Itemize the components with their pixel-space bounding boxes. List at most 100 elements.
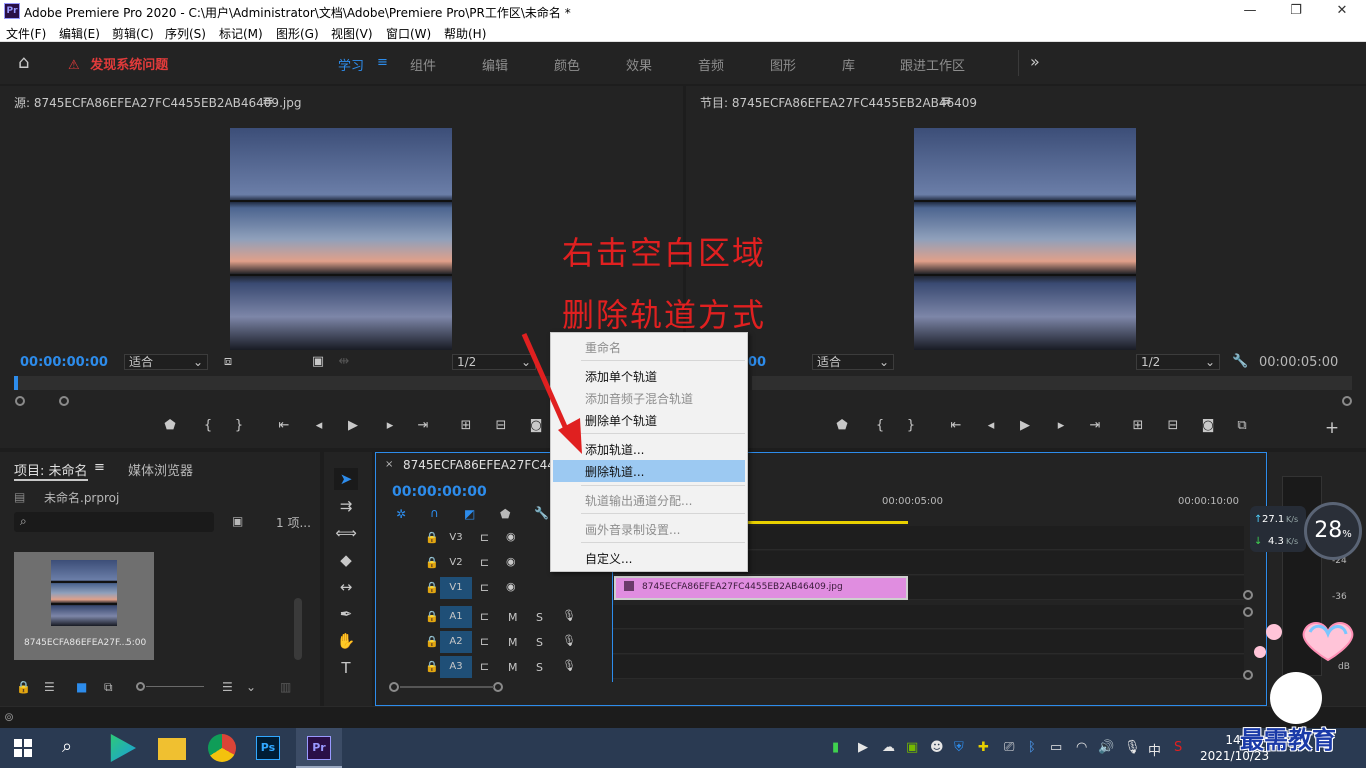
play-icon[interactable]: ▶ bbox=[345, 418, 361, 433]
razor-tool-icon[interactable]: ◆ bbox=[334, 549, 358, 571]
ime-indicator[interactable]: 中 bbox=[1148, 740, 1161, 759]
tab-follow-workspace[interactable]: 跟进工作区 bbox=[900, 55, 965, 74]
chrome-icon[interactable] bbox=[208, 734, 236, 762]
comparison-view-icon[interactable]: ⧉ bbox=[1234, 418, 1250, 433]
menu-item-add-submix-track[interactable]: 添加音频子混合轨道 bbox=[585, 390, 693, 407]
menu-view[interactable]: 视图(V) bbox=[331, 25, 373, 42]
go-to-out-icon[interactable]: ⇥ bbox=[1087, 418, 1103, 433]
usb-icon[interactable]: ⎚ bbox=[1004, 740, 1014, 755]
lock-icon[interactable]: 🔒 bbox=[425, 556, 439, 569]
program-fit-dropdown[interactable]: 适合 ⌄ bbox=[812, 354, 894, 370]
drag-video-icon[interactable]: ⇹ bbox=[336, 354, 352, 369]
mute-button[interactable]: M bbox=[508, 636, 518, 649]
microphone-icon[interactable]: 🎙 bbox=[562, 609, 576, 622]
wrench-icon[interactable]: 🔧 bbox=[1232, 354, 1248, 369]
search-icon[interactable]: ⌕ bbox=[62, 736, 72, 757]
tab-media-browser[interactable]: 媒体浏览器 bbox=[128, 460, 193, 479]
zoom-handle-right[interactable] bbox=[1342, 396, 1352, 406]
menu-item-delete-track[interactable]: 删除单个轨道 bbox=[585, 412, 657, 429]
solo-button[interactable]: S bbox=[536, 636, 543, 649]
mark-in-icon[interactable]: { bbox=[872, 418, 888, 433]
sync-icon[interactable]: ⊏ bbox=[480, 531, 489, 544]
go-to-out-icon[interactable]: ⇥ bbox=[415, 418, 431, 433]
tray-icon[interactable]: ☁ bbox=[882, 740, 895, 755]
step-back-icon[interactable]: ◂ bbox=[311, 418, 327, 433]
close-button[interactable]: ✕ bbox=[1332, 2, 1352, 20]
add-marker-icon[interactable]: ⬟ bbox=[500, 507, 510, 521]
go-to-in-icon[interactable]: ⇤ bbox=[276, 418, 292, 433]
pen-tool-icon[interactable]: ✒ bbox=[334, 603, 358, 625]
camera-icon[interactable]: ◙ bbox=[1200, 418, 1216, 433]
add-button-icon[interactable]: + bbox=[1324, 418, 1340, 438]
track-label[interactable]: V3 bbox=[440, 527, 472, 549]
sync-icon[interactable]: ⊏ bbox=[480, 660, 489, 673]
overwrite-icon[interactable]: ⊟ bbox=[493, 418, 509, 433]
source-timecode[interactable]: 00:00:00:00 bbox=[20, 355, 108, 370]
menu-window[interactable]: 窗口(W) bbox=[386, 25, 431, 42]
timeline-scrollbar[interactable] bbox=[400, 686, 494, 688]
project-menu-icon[interactable]: ≡ bbox=[94, 460, 105, 475]
settings-icon[interactable]: ⧈ bbox=[220, 354, 236, 369]
menu-edit[interactable]: 编辑(E) bbox=[59, 25, 100, 42]
sync-icon[interactable]: ⊏ bbox=[480, 581, 489, 594]
track-label[interactable]: A1 bbox=[440, 606, 472, 628]
tab-learning[interactable]: 学习 bbox=[338, 55, 364, 74]
sort-icon[interactable]: ☰ bbox=[222, 680, 233, 694]
microphone-icon[interactable]: 🎙 bbox=[562, 634, 576, 647]
sync-icon[interactable]: ⊏ bbox=[480, 556, 489, 569]
step-forward-icon[interactable]: ▸ bbox=[382, 418, 398, 433]
track-select-tool-icon[interactable]: ⇉ bbox=[334, 495, 358, 517]
menu-item-output-assignment[interactable]: 轨道输出通道分配... bbox=[585, 492, 692, 509]
tab-effects[interactable]: 效果 bbox=[626, 55, 652, 74]
close-sequence-icon[interactable]: × bbox=[385, 459, 393, 470]
maximize-button[interactable]: ❐ bbox=[1286, 2, 1306, 20]
project-search-input[interactable]: ⌕ bbox=[14, 512, 214, 532]
insert-icon[interactable]: ⊞ bbox=[458, 418, 474, 433]
linked-selection-icon[interactable]: ◩ bbox=[464, 507, 475, 521]
eye-icon[interactable]: ◉ bbox=[506, 580, 516, 593]
wifi-icon[interactable]: ◠ bbox=[1076, 740, 1087, 755]
step-forward-icon[interactable]: ▸ bbox=[1053, 418, 1069, 433]
solo-button[interactable]: S bbox=[536, 611, 543, 624]
menu-item-rename[interactable]: 重命名 bbox=[585, 339, 621, 356]
solo-button[interactable]: S bbox=[536, 661, 543, 674]
nvidia-icon[interactable]: ▣ bbox=[906, 740, 918, 755]
program-scrubber[interactable] bbox=[752, 376, 1352, 390]
icon-view-icon[interactable]: ■ bbox=[76, 680, 87, 694]
step-back-icon[interactable]: ◂ bbox=[983, 418, 999, 433]
export-frame-icon[interactable]: ▣ bbox=[310, 354, 326, 369]
timeline-timecode[interactable]: 00:00:00:00 bbox=[392, 484, 487, 500]
new-bin-icon[interactable]: ▣ bbox=[232, 514, 243, 528]
qq-icon[interactable]: ☻ bbox=[930, 740, 944, 755]
minimize-button[interactable]: — bbox=[1240, 2, 1260, 20]
mark-out-icon[interactable]: } bbox=[903, 418, 919, 433]
tab-audio[interactable]: 音频 bbox=[698, 55, 724, 74]
work-area-bar[interactable] bbox=[748, 521, 908, 524]
menu-help[interactable]: 帮助(H) bbox=[444, 25, 486, 42]
lock-icon[interactable]: 🔒 bbox=[425, 635, 439, 648]
hand-tool-icon[interactable]: ✋ bbox=[334, 630, 358, 652]
track-label[interactable]: V1 bbox=[440, 577, 472, 599]
zoom-slider[interactable] bbox=[136, 682, 204, 692]
tray-icon[interactable]: ✚ bbox=[978, 740, 989, 755]
timeline-settings-icon[interactable]: 🔧 bbox=[534, 506, 549, 520]
premiere-taskbar-item[interactable]: Pr bbox=[296, 728, 342, 768]
track-label[interactable]: A2 bbox=[440, 631, 472, 653]
list-view-icon[interactable]: ☰ bbox=[44, 680, 55, 694]
mute-button[interactable]: M bbox=[508, 661, 518, 674]
timeline-clip[interactable]: 8745ECFA86EFEA27FC4455EB2AB46409.jpg bbox=[614, 576, 908, 600]
zoom-handle-right[interactable] bbox=[59, 396, 69, 406]
playhead[interactable] bbox=[14, 376, 18, 390]
tab-graphics[interactable]: 图形 bbox=[770, 55, 796, 74]
sogou-icon[interactable]: S bbox=[1174, 740, 1182, 755]
bluetooth-icon[interactable]: ᛒ bbox=[1028, 740, 1036, 755]
panel-menu-icon[interactable]: ≡ bbox=[262, 93, 274, 109]
tab-libraries[interactable]: 库 bbox=[842, 55, 855, 74]
timeline-zoom-handle-left[interactable] bbox=[389, 682, 399, 692]
vertical-zoom-handle[interactable] bbox=[1243, 590, 1253, 600]
zoom-handle-left[interactable] bbox=[15, 396, 25, 406]
source-scrubber[interactable] bbox=[14, 376, 550, 390]
track-label[interactable]: A3 bbox=[440, 656, 472, 678]
file-explorer-icon[interactable] bbox=[158, 738, 186, 760]
project-scrollbar[interactable] bbox=[294, 598, 302, 660]
